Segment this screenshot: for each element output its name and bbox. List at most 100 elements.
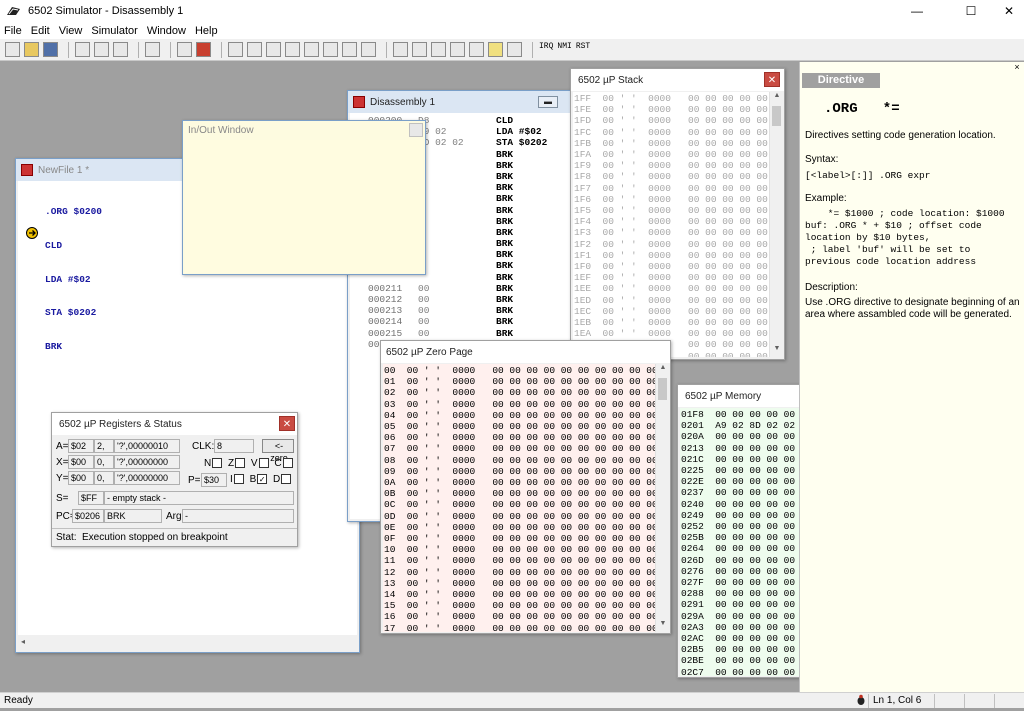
status-cell [964,694,994,708]
step-out-icon[interactable] [266,42,281,57]
editor-title: NewFile 1 * [38,164,90,176]
row-mnemonic: BRK [496,327,514,339]
stack-window[interactable]: 6502 µP Stack ✕ 1FF 00 ' ' 0000 00 00 00… [570,68,785,360]
menu-simulator[interactable]: Simulator [91,25,137,37]
save-icon[interactable] [43,42,58,57]
n-flag-checkbox[interactable] [212,458,223,469]
run-to-cursor-icon[interactable] [285,42,300,57]
s-register-label: S= [56,493,69,504]
registers-window-icon[interactable] [450,42,465,57]
close-button[interactable]: ✕ [994,0,1024,22]
registers-window[interactable]: 6502 µP Registers & Status ✕ A= $02 2, '… [51,412,298,547]
panel-close-icon[interactable]: × [1012,62,1022,72]
step-over-icon[interactable] [247,42,262,57]
maximize-button[interactable]: ☐ [956,0,986,22]
row-mnemonic: BRK [496,305,514,317]
menu-edit[interactable]: Edit [31,25,50,37]
paste-icon[interactable] [113,42,128,57]
x-register-hex[interactable]: $00 [68,455,94,469]
b-flag-label: B [249,474,257,485]
v-flag-checkbox[interactable] [258,458,269,469]
io-terminal-area[interactable] [185,140,423,273]
zero-page-row: 03 00 ' ' 0000 00 00 00 00 00 00 00 00 0… [384,398,655,410]
irq-button[interactable]: IRQ [539,42,553,57]
menu-view[interactable]: View [59,25,83,37]
row-bytes: 00 [418,305,430,317]
row-address: 000213 [368,305,403,317]
row-mnemonic: STA $0202 [496,137,548,149]
i-flag-checkbox[interactable] [233,474,244,485]
scroll-up-arrow-icon[interactable]: ▲ [770,92,784,104]
directive-tab[interactable]: Directive [802,73,880,88]
directive-help-panel: Directive × .ORG *= Directives setting c… [799,62,1024,692]
row-bytes: 00 [418,282,430,294]
rst-button[interactable]: RST [576,42,590,57]
divider [52,528,297,529]
pc-value[interactable]: $0206 [72,509,104,523]
registers-close-button[interactable]: ✕ [279,416,295,431]
print-icon[interactable] [145,42,160,57]
step-into-icon[interactable] [228,42,243,57]
scroll-thumb[interactable] [658,378,667,400]
z-flag-checkbox[interactable] [235,458,246,469]
disassembly-titlebar[interactable]: Disassembly 1 ▬ [348,91,598,113]
copy-icon[interactable] [94,42,109,57]
minimize-button[interactable]: — [902,0,932,22]
disassembly-minimize-button[interactable]: ▬ [538,96,558,108]
restart-icon[interactable] [342,42,357,57]
io-window-icon[interactable] [488,42,503,57]
scroll-up-arrow-icon[interactable]: ▲ [656,364,670,376]
stack-window-icon[interactable] [469,42,484,57]
io-window[interactable]: In/Out Window [182,120,426,275]
disassembly-row: 000212 00 BRK [368,294,596,305]
memory-window-icon[interactable] [412,42,427,57]
debug-bug-icon[interactable] [196,42,211,57]
toolbar-separator [138,41,139,58]
menu-help[interactable]: Help [195,25,218,37]
row-bytes: 00 [418,294,430,305]
scroll-down-arrow-icon[interactable]: ▼ [656,620,670,632]
animate-icon[interactable] [361,42,376,57]
open-folder-icon[interactable] [24,42,39,57]
editor-horizontal-scrollbar[interactable]: ◂ [18,635,357,649]
nmi-button[interactable]: NMI [557,42,571,57]
a-register-hex[interactable]: $02 [68,439,94,453]
scroll-down-arrow-icon[interactable]: ▼ [770,345,784,357]
row-mnemonic: BRK [496,159,514,171]
skip-instruction-icon[interactable] [304,42,319,57]
y-register-dec: 0, [94,471,114,485]
d-flag-checkbox[interactable] [281,474,292,485]
stack-scrollbar[interactable]: ▲ ▼ [769,92,783,357]
b-flag-checkbox[interactable]: ✓ [257,474,268,485]
c-flag-label: C [274,458,282,469]
io-close-button[interactable] [409,123,423,137]
io-titlebar[interactable]: In/Out Window [183,121,425,139]
zero-page-window[interactable]: 6502 µP Zero Page 00 00 ' ' 0000 00 00 0… [380,340,671,634]
assemble-icon[interactable] [177,42,192,57]
zero-page-scrollbar[interactable]: ▲ ▼ [655,364,669,632]
c-flag-checkbox[interactable] [282,458,293,469]
disassembly-window-icon[interactable] [393,42,408,57]
menu-file[interactable]: File [4,25,22,37]
disassembly-row: 000211 00 BRK [368,283,596,294]
stack-row: 1F8 00 ' ' 0000 00 00 00 00 00 [574,171,768,183]
s-register-value[interactable]: $FF [78,491,104,505]
zero-page-window-icon[interactable] [431,42,446,57]
log-window-icon[interactable] [507,42,522,57]
stack-row: 1FE 00 ' ' 0000 00 00 00 00 00 [574,104,768,116]
row-mnemonic: BRK [496,294,514,305]
stack-titlebar[interactable]: 6502 µP Stack [571,69,784,91]
app-logo-icon [7,7,20,15]
cut-icon[interactable] [75,42,90,57]
scroll-thumb[interactable] [772,106,781,126]
menu-window[interactable]: Window [147,25,186,37]
stack-close-button[interactable]: ✕ [764,72,780,87]
i-flag-label: I [230,474,233,485]
zero-clock-button[interactable]: <- zero [262,439,294,463]
break-icon[interactable] [323,42,338,57]
registers-titlebar[interactable]: 6502 µP Registers & Status [52,413,297,435]
p-register-value[interactable]: $30 [201,473,227,487]
new-file-icon[interactable] [5,42,20,57]
zero-page-titlebar[interactable]: 6502 µP Zero Page [381,341,670,363]
y-register-hex[interactable]: $00 [68,471,94,485]
